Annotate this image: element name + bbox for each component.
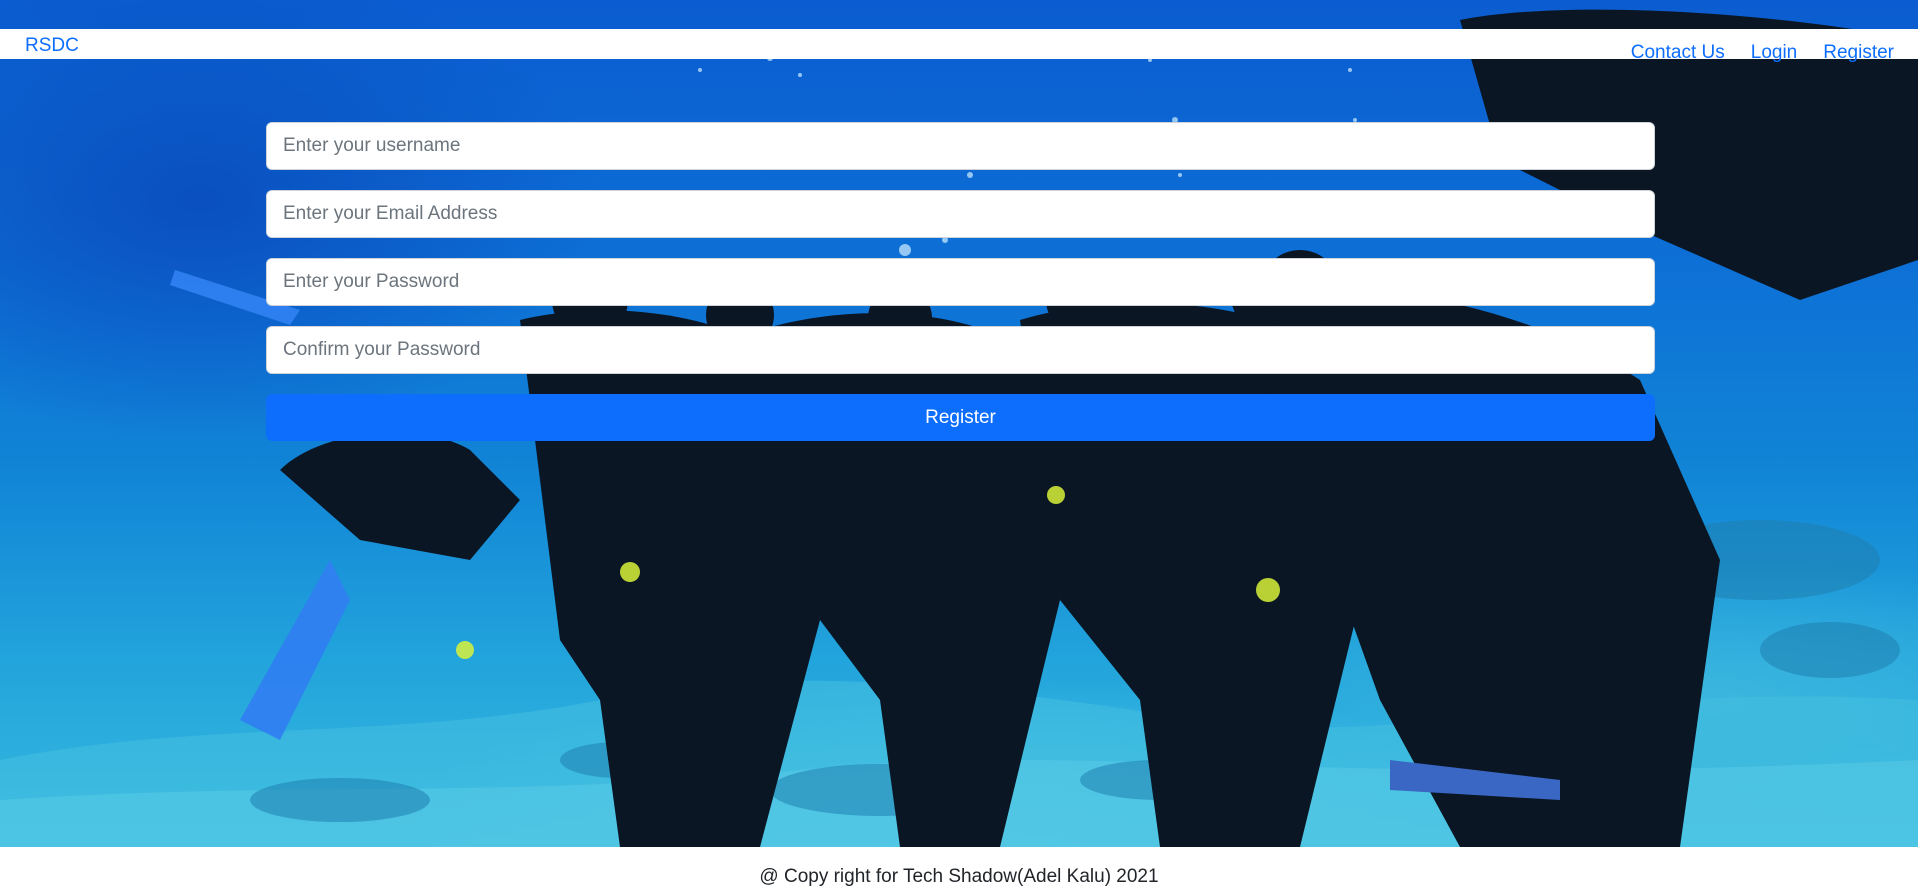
register-page: RSDC Contact Us Login Register Register … [0,0,1918,892]
nav-link-register[interactable]: Register [1823,42,1894,64]
nav-link-login[interactable]: Login [1751,42,1798,64]
nav-links: Contact Us Login Register [1631,42,1894,64]
copyright-text: @ Copy right for Tech Shadow(Adel Kalu) … [759,866,1159,887]
email-input[interactable] [266,190,1655,238]
registration-form: Register [266,122,1655,441]
username-input[interactable] [266,122,1655,170]
password-input[interactable] [266,258,1655,306]
brand-link[interactable]: RSDC [25,35,79,57]
footer: @ Copy right for Tech Shadow(Adel Kalu) … [0,847,1918,892]
top-navbar: RSDC Contact Us Login Register [0,29,1918,63]
confirm-password-input[interactable] [266,326,1655,374]
nav-link-contact-us[interactable]: Contact Us [1631,42,1725,64]
register-button[interactable]: Register [266,394,1655,441]
